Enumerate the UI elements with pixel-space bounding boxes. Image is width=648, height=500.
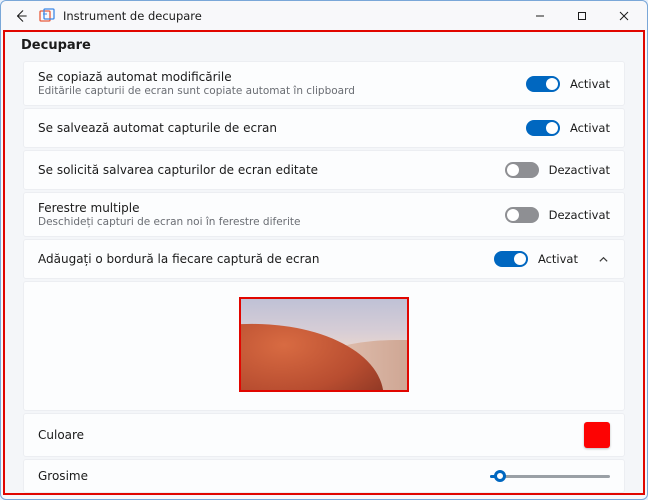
- color-swatch[interactable]: [584, 422, 610, 448]
- toggle-state-label: Activat: [538, 252, 578, 266]
- toggle-state-label: Activat: [570, 121, 610, 135]
- setting-auto-save[interactable]: Se salvează automat capturile de ecran A…: [23, 108, 625, 148]
- toggle-auto-save[interactable]: [526, 120, 560, 136]
- app-window: Instrument de decupare Decupare Se copia…: [0, 0, 648, 500]
- window-title: Instrument de decupare: [63, 9, 202, 23]
- setting-add-border[interactable]: Adăugați o bordură la fiecare captură de…: [23, 239, 625, 279]
- setting-label: Ferestre multiple: [38, 201, 505, 215]
- chevron-up-icon: [598, 254, 609, 265]
- maximize-button[interactable]: [561, 2, 603, 30]
- settings-list: Se copiază automat modificările Edităril…: [5, 61, 643, 493]
- app-icon: [39, 8, 55, 24]
- preview-image: [239, 297, 409, 392]
- arrow-left-icon: [14, 9, 28, 23]
- setting-border-thickness[interactable]: Grosime: [23, 459, 625, 493]
- setting-multiple-windows[interactable]: Ferestre multiple Deschideți capturi de …: [23, 192, 625, 237]
- toggle-auto-copy[interactable]: [526, 76, 560, 92]
- minimize-button[interactable]: [519, 2, 561, 30]
- setting-label: Se salvează automat capturile de ecran: [38, 121, 526, 135]
- section-title: Decupare: [5, 38, 643, 61]
- window-controls: [519, 2, 645, 30]
- content-area: Decupare Se copiază automat modificările…: [3, 30, 645, 495]
- setting-label: Adăugați o bordură la fiecare captură de…: [38, 252, 494, 266]
- setting-label: Se copiază automat modificările: [38, 70, 526, 84]
- close-button[interactable]: [603, 2, 645, 30]
- thickness-slider[interactable]: [490, 468, 610, 484]
- color-label: Culoare: [38, 428, 584, 442]
- border-preview: [23, 281, 625, 411]
- toggle-prompt-save[interactable]: [505, 162, 539, 178]
- setting-description: Deschideți capturi de ecran noi în feres…: [38, 216, 505, 228]
- toggle-add-border[interactable]: [494, 251, 528, 267]
- toggle-state-label: Dezactivat: [549, 163, 610, 177]
- collapse-button[interactable]: [596, 252, 610, 266]
- toggle-state-label: Activat: [570, 77, 610, 91]
- setting-border-color[interactable]: Culoare: [23, 413, 625, 457]
- setting-auto-copy[interactable]: Se copiază automat modificările Edităril…: [23, 61, 625, 106]
- maximize-icon: [577, 11, 587, 21]
- minimize-icon: [535, 11, 545, 21]
- setting-prompt-save-edited[interactable]: Se solicită salvarea capturilor de ecran…: [23, 150, 625, 190]
- close-icon: [619, 11, 629, 21]
- back-button[interactable]: [11, 6, 31, 26]
- setting-label: Se solicită salvarea capturilor de ecran…: [38, 163, 505, 177]
- toggle-state-label: Dezactivat: [549, 208, 610, 222]
- titlebar: Instrument de decupare: [1, 1, 647, 30]
- setting-description: Editările capturii de ecran sunt copiate…: [38, 85, 526, 97]
- thickness-label: Grosime: [38, 469, 490, 483]
- toggle-multiple-windows[interactable]: [505, 207, 539, 223]
